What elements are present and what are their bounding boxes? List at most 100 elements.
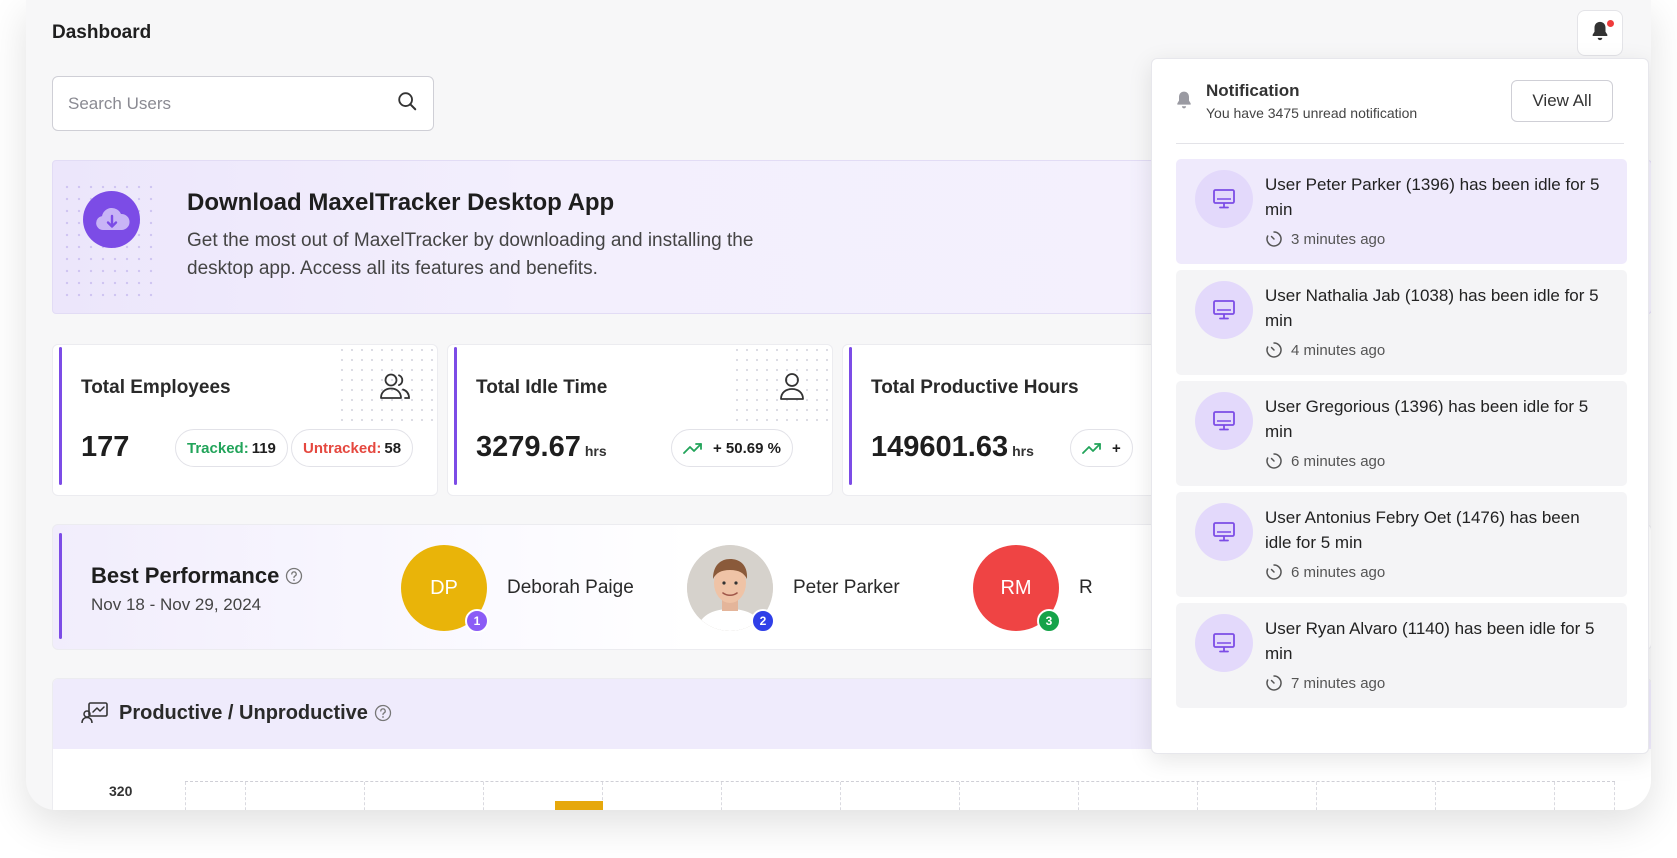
grid-line: [1554, 782, 1555, 810]
grid-line: [185, 782, 186, 810]
unread-dot: [1607, 20, 1614, 27]
timer-icon: [1266, 342, 1282, 358]
performer-item[interactable]: DP 1 Deborah Paige: [401, 545, 634, 633]
grid-line: [245, 782, 246, 810]
change-pill: + 50.69 %: [671, 429, 793, 467]
notification-text: User Peter Parker (1396) has been idle f…: [1265, 175, 1600, 219]
monitor-icon: [1195, 503, 1253, 561]
grid-line: [721, 782, 722, 810]
change-value: + 50.69 %: [713, 439, 781, 457]
page-title: Dashboard: [52, 22, 152, 43]
grid-line: [959, 782, 960, 810]
card-title: Total Productive Hours: [871, 377, 1079, 398]
timer-icon: [1266, 453, 1282, 469]
grid-line: [1614, 782, 1615, 810]
help-icon[interactable]: [374, 704, 392, 722]
app-window: Dashboard Download MaxelTracker Desktop …: [26, 0, 1651, 810]
untracked-label: Untracked:: [303, 439, 382, 457]
divider: [1176, 143, 1624, 144]
view-all-button[interactable]: View All: [1511, 80, 1613, 122]
notification-time: 6 minutes ago: [1265, 563, 1385, 581]
value-number: 149601.63: [871, 431, 1009, 463]
time-label: 3 minutes ago: [1291, 230, 1386, 248]
change-pill: +: [1070, 429, 1133, 467]
notification-time: 6 minutes ago: [1265, 452, 1385, 470]
avatar-initials: DP: [430, 576, 458, 599]
value-unit: hrs: [584, 443, 607, 459]
grid-line: [840, 782, 841, 810]
avatar-initials: RM: [1000, 576, 1032, 599]
untracked-pill: Untracked: 58: [291, 429, 414, 467]
search-input[interactable]: [68, 93, 396, 114]
time-label: 6 minutes ago: [1291, 563, 1386, 581]
notification-item[interactable]: User Gregorious (1396) has been idle for…: [1176, 381, 1627, 486]
user-icon: [778, 371, 806, 406]
notification-dropdown: Notification You have 3475 unread notifi…: [1151, 58, 1649, 754]
monitor-icon: [1195, 614, 1253, 672]
notification-item[interactable]: User Peter Parker (1396) has been idle f…: [1176, 159, 1627, 264]
performer-name: Peter Parker: [793, 577, 900, 598]
productive-title: Productive / Unproductive: [81, 701, 392, 725]
banner-description: Get the most out of MaxelTracker by down…: [187, 230, 754, 279]
notification-button[interactable]: [1577, 10, 1623, 56]
grid-line: [364, 782, 365, 810]
time-label: 6 minutes ago: [1291, 452, 1386, 470]
notification-text: User Ryan Alvaro (1140) has been idle fo…: [1265, 619, 1595, 663]
section-title: Best Performance: [91, 563, 280, 588]
card-title: Total Idle Time: [476, 377, 608, 398]
card-total-employees: Total Employees 177 Tracked: 119 Untrack…: [52, 344, 438, 496]
grid-line: [1197, 782, 1198, 810]
monitor-icon: [1195, 170, 1253, 228]
card-title: Total Employees: [81, 377, 231, 398]
chart-bar[interactable]: [555, 801, 603, 810]
trend-up-icon: [1082, 441, 1102, 455]
date-range: Nov 18 - Nov 29, 2024: [91, 595, 262, 614]
search-box[interactable]: [52, 76, 434, 131]
monitor-icon: [1195, 281, 1253, 339]
notification-text: User Nathalia Jab (1038) has been idle f…: [1265, 286, 1599, 330]
performer-name: Deborah Paige: [507, 577, 634, 598]
search-icon[interactable]: [396, 90, 418, 117]
users-icon: [379, 371, 411, 406]
avatar: DP 1: [401, 545, 489, 633]
section-title: Productive / Unproductive: [119, 701, 368, 724]
avatar: RM 3: [973, 545, 1061, 633]
timer-icon: [1266, 231, 1282, 247]
tracked-value: 119: [251, 439, 276, 457]
trend-up-icon: [683, 441, 703, 455]
notification-item[interactable]: User Ryan Alvaro (1140) has been idle fo…: [1176, 603, 1627, 708]
rank-badge: 1: [465, 609, 489, 633]
tracked-label: Tracked:: [187, 439, 249, 457]
chart-grid: [185, 781, 1615, 810]
grid-line: [1078, 782, 1079, 810]
cloud-download-icon[interactable]: [83, 191, 140, 248]
y-tick-label: 320: [109, 783, 133, 799]
monitor-chart-icon: [81, 701, 109, 725]
timer-icon: [1266, 675, 1282, 691]
notification-item[interactable]: User Antonius Febry Oet (1476) has been …: [1176, 492, 1627, 597]
value-number: 3279.67: [476, 431, 581, 463]
grid-line: [1316, 782, 1317, 810]
notification-item[interactable]: User Nathalia Jab (1038) has been idle f…: [1176, 270, 1627, 375]
performer-item[interactable]: 2 Peter Parker: [687, 545, 900, 633]
performer-name: R: [1079, 577, 1093, 598]
help-icon[interactable]: [285, 567, 303, 585]
idle-time-value: 3279.67 hrs: [476, 431, 607, 464]
rank-badge: 3: [1037, 609, 1061, 633]
card-total-idle-time: Total Idle Time 3279.67 hrs + 50.69 %: [447, 344, 833, 496]
best-performance-title: Best Performance: [91, 563, 303, 589]
grid-line: [1435, 782, 1436, 810]
banner-title: Download MaxelTracker Desktop App: [187, 189, 615, 216]
notification-time: 4 minutes ago: [1265, 341, 1385, 359]
grid-line: [483, 782, 484, 810]
time-label: 4 minutes ago: [1291, 341, 1386, 359]
tracked-pill: Tracked: 119: [175, 429, 288, 467]
performer-item[interactable]: RM 3 R: [973, 545, 1093, 633]
notification-text: User Antonius Febry Oet (1476) has been …: [1265, 508, 1580, 552]
unread-count: You have 3475 unread notification: [1206, 105, 1418, 121]
notification-title: Notification: [1206, 81, 1300, 100]
avatar-photo: 2: [687, 545, 775, 633]
time-label: 7 minutes ago: [1291, 674, 1386, 692]
rank-badge: 2: [751, 609, 775, 633]
change-value: +: [1112, 439, 1121, 457]
